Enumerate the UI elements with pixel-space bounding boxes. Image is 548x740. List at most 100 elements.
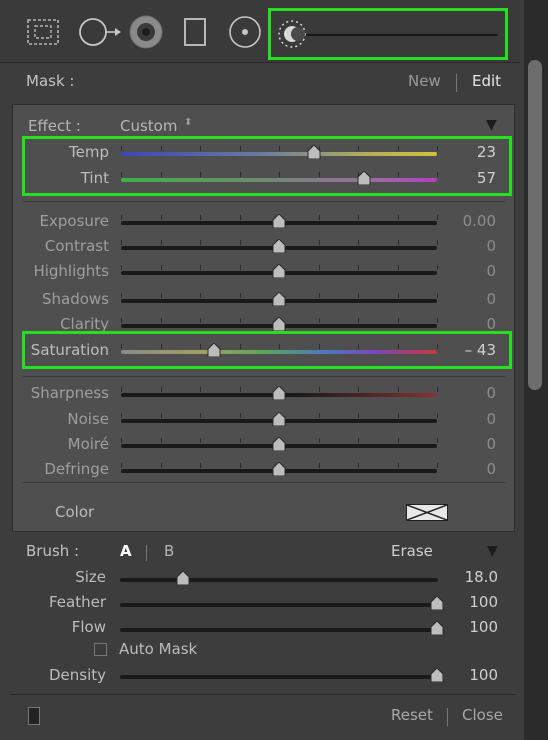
slider-tick: [121, 318, 122, 323]
slider-tick: [200, 215, 201, 220]
slider-tick: [318, 293, 320, 298]
close-button[interactable]: Close: [462, 706, 503, 724]
slider-tick: [318, 265, 320, 270]
highlights-label: Highlights: [33, 262, 109, 280]
mask-new-button[interactable]: New: [408, 72, 441, 90]
defringe-thumb[interactable]: [272, 462, 286, 476]
sharpness-thumb[interactable]: [272, 386, 286, 400]
temp-tint-highlight: [22, 136, 512, 196]
density-slider[interactable]: [120, 675, 438, 679]
flow-value[interactable]: 100: [438, 618, 498, 636]
slider-tick: [121, 265, 122, 270]
slider-tick: [358, 387, 359, 392]
slider-tick: [358, 463, 359, 468]
divider: [23, 201, 505, 202]
slider-tick: [397, 293, 399, 298]
slider-tick: [200, 240, 201, 245]
brush-panel: Brush : A B Erase ▼ Size 18.0 Feather 100 Fl…: [10, 536, 516, 692]
size-thumb[interactable]: [176, 571, 190, 585]
highlights-value[interactable]: 0: [436, 262, 496, 280]
slider-tick: [160, 265, 162, 270]
slider-tick: [200, 293, 201, 298]
effect-preset-dropdown[interactable]: Custom: [120, 117, 177, 135]
preset-arrows-icon[interactable]: ⬍: [184, 117, 192, 128]
slider-tick: [358, 265, 359, 270]
slider-tick: [397, 318, 399, 323]
slider-tick: [121, 438, 122, 443]
brush-a-tab[interactable]: A: [120, 542, 132, 560]
slider-tick: [239, 387, 241, 392]
reset-button[interactable]: Reset: [391, 706, 433, 724]
noise-thumb[interactable]: [272, 412, 286, 426]
noise-value[interactable]: 0: [436, 410, 496, 428]
spot-removal-icon[interactable]: [78, 14, 122, 50]
feather-value[interactable]: 100: [438, 593, 498, 611]
moir-thumb[interactable]: [272, 437, 286, 451]
shadows-thumb[interactable]: [272, 292, 286, 306]
slider-tick: [239, 413, 241, 418]
size-slider[interactable]: [120, 578, 438, 582]
flow-label: Flow: [71, 618, 106, 636]
color-label: Color: [55, 503, 95, 521]
contrast-thumb[interactable]: [272, 239, 286, 253]
exposure-thumb[interactable]: [272, 214, 286, 228]
panel-footer: Reset Close: [10, 694, 516, 735]
auto-mask-label: Auto Mask: [119, 640, 198, 658]
slider-tick: [239, 240, 241, 245]
slider-tick: [318, 413, 320, 418]
defringe-value[interactable]: 0: [436, 460, 496, 478]
range-mask-slider[interactable]: [276, 16, 502, 52]
slider-tick: [121, 240, 122, 245]
slider-tick: [358, 215, 359, 220]
slider-tick: [200, 438, 201, 443]
size-label: Size: [75, 568, 106, 586]
effect-collapse-icon[interactable]: ▼: [486, 117, 497, 133]
graduated-rectangle-icon[interactable]: [180, 14, 210, 50]
slider-tick: [160, 215, 162, 220]
slider-tick: [160, 438, 162, 443]
clarity-thumb[interactable]: [272, 317, 286, 331]
slider-tick: [121, 387, 122, 392]
auto-mask-checkbox[interactable]: [94, 643, 107, 656]
brush-b-tab[interactable]: B: [164, 542, 174, 560]
shadows-value[interactable]: 0: [436, 290, 496, 308]
tool-strip: [0, 0, 520, 63]
slider-tick: [121, 413, 122, 418]
slider-tick: [160, 240, 162, 245]
erase-tab[interactable]: Erase: [391, 542, 433, 560]
panel-switch-icon[interactable]: [28, 707, 40, 725]
radial-filter-icon[interactable]: [226, 14, 264, 50]
slider-tick: [160, 293, 162, 298]
contrast-label: Contrast: [44, 237, 109, 255]
moir-value[interactable]: 0: [436, 435, 496, 453]
feather-slider[interactable]: [120, 603, 438, 607]
red-eye-icon[interactable]: [128, 14, 164, 50]
slider-tick: [200, 463, 201, 468]
contrast-value[interactable]: 0: [436, 237, 496, 255]
scrollbar-thumb[interactable]: [528, 60, 542, 390]
moir-label: Moiré: [67, 435, 109, 453]
slider-tick: [318, 318, 320, 323]
density-value[interactable]: 100: [438, 666, 498, 684]
slider-tick: [160, 318, 162, 323]
graduated-filter-icon[interactable]: [24, 14, 62, 50]
size-value[interactable]: 18.0: [438, 568, 498, 586]
sharpness-value[interactable]: 0: [436, 384, 496, 402]
noise-label: Noise: [67, 410, 109, 428]
mask-edit-button[interactable]: Edit: [472, 72, 501, 90]
slider-tick: [200, 387, 201, 392]
flow-slider[interactable]: [120, 628, 438, 632]
shadows-label: Shadows: [41, 290, 109, 308]
slider-tick: [318, 240, 320, 245]
color-swatch[interactable]: [406, 504, 448, 521]
slider-tick: [200, 265, 201, 270]
slider-tick: [397, 438, 399, 443]
exposure-value[interactable]: 0.00: [436, 212, 496, 230]
slider-tick: [160, 387, 162, 392]
slider-tick: [121, 463, 122, 468]
highlights-thumb[interactable]: [272, 264, 286, 278]
feather-label: Feather: [48, 593, 106, 611]
footer-separator: [447, 708, 448, 726]
brush-collapse-icon[interactable]: ▼: [487, 543, 498, 559]
slider-tick: [397, 240, 399, 245]
